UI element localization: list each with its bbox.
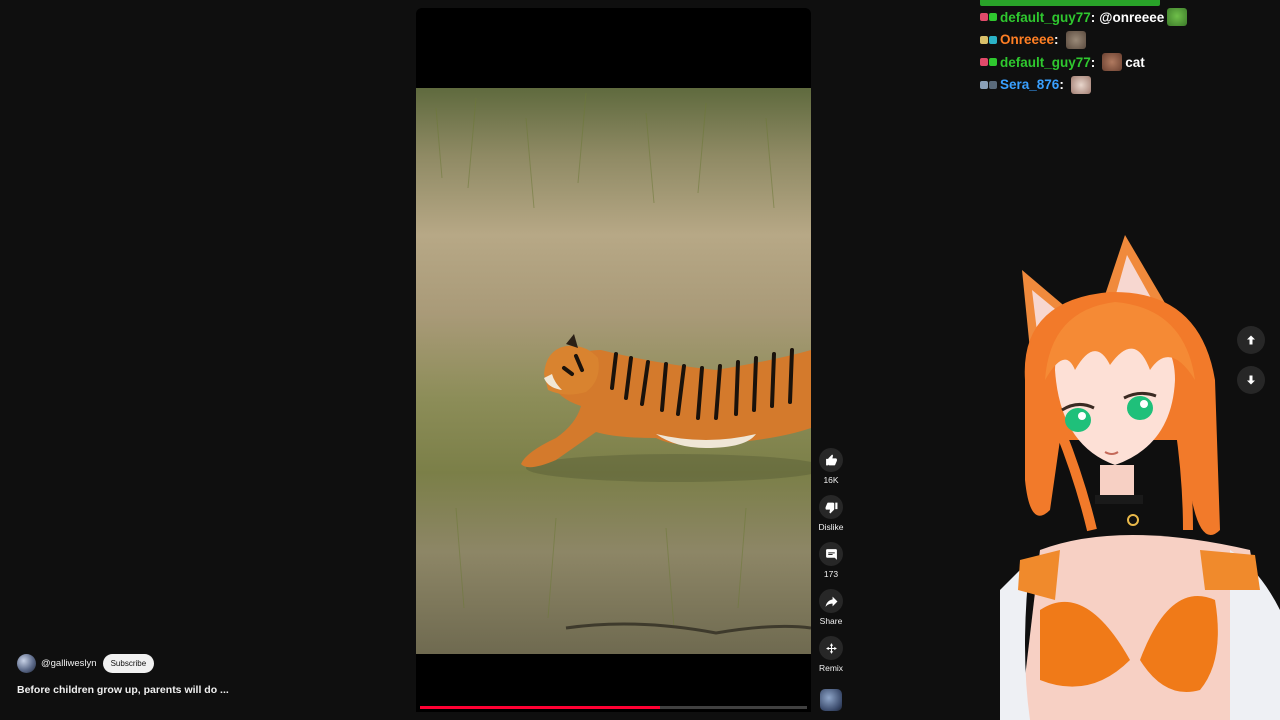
shorts-action-rail: 16K Dislike 173 Share Remix <box>816 448 846 683</box>
remix-button[interactable]: Remix <box>816 636 846 673</box>
remix-label: Remix <box>818 663 844 673</box>
chat-message: Sera_876: <box>980 74 1230 97</box>
channel-handle[interactable]: @galliweslyn <box>41 658 97 669</box>
chat-message: default_guy77: @onreeee <box>980 6 1230 29</box>
dislike-button[interactable]: Dislike <box>816 495 846 532</box>
comment-count: 173 <box>823 569 839 579</box>
comments-button[interactable]: 173 <box>816 542 846 579</box>
cat-emote-icon <box>1065 30 1086 49</box>
like-button[interactable]: 16K <box>816 448 846 485</box>
chat-badges <box>980 13 998 22</box>
share-label: Share <box>819 616 843 626</box>
video-title[interactable]: Before children grow up, parents will do… <box>17 684 229 696</box>
chat-username: Onreeee <box>1000 32 1055 48</box>
stream-chat-overlay: default_guy77: @onreeee Onreeee: default… <box>980 0 1230 96</box>
like-count: 16K <box>823 475 839 485</box>
vtuber-avatar <box>1000 235 1280 720</box>
cat-face-emote-icon <box>1102 53 1123 72</box>
chat-badges <box>980 58 998 67</box>
sound-thumbnail[interactable] <box>820 689 842 711</box>
chat-username: Sera_876 <box>1000 77 1060 93</box>
channel-info: @galliweslyn Subscribe <box>17 654 155 673</box>
comment-icon[interactable] <box>819 542 843 566</box>
chat-text: cat <box>1125 54 1145 70</box>
share-icon[interactable] <box>819 589 843 613</box>
dislike-label: Dislike <box>818 522 844 532</box>
video-frame-tiger <box>416 88 811 654</box>
chat-text: @onreeee <box>1099 9 1165 25</box>
kitten-emote-icon <box>1070 75 1091 94</box>
chat-username: default_guy77 <box>1000 54 1091 70</box>
chat-username: default_guy77 <box>1000 9 1091 25</box>
video-progress-fill <box>420 706 660 709</box>
channel-avatar[interactable] <box>17 654 36 673</box>
thumbs-up-icon[interactable] <box>819 448 843 472</box>
chat-badges <box>980 80 998 89</box>
chat-message: Onreeee: <box>980 29 1230 52</box>
subscribe-button[interactable]: Subscribe <box>102 654 155 673</box>
thumbs-down-icon[interactable] <box>819 495 843 519</box>
chat-badges <box>980 35 998 44</box>
video-progress-bar[interactable] <box>420 706 807 709</box>
shorts-video-player[interactable] <box>416 8 811 712</box>
tiger-scene <box>435 92 811 635</box>
remix-icon[interactable] <box>819 636 843 660</box>
share-button[interactable]: Share <box>816 589 846 626</box>
chat-message: default_guy77: cat <box>980 51 1230 74</box>
pepe-emote-icon <box>1167 8 1188 27</box>
